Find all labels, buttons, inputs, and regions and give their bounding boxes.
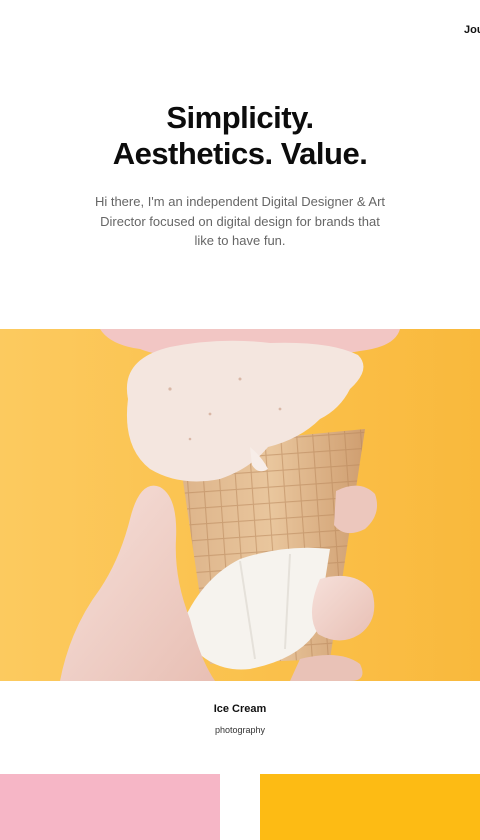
hero-title-line-1: Simplicity. [166,100,314,135]
project-title[interactable]: Ice Cream [0,703,480,715]
nav-link-journal[interactable]: Jou [464,24,480,36]
hero-section: Simplicity. Aesthetics. Value. Hi there,… [0,100,480,251]
hero-intro: Hi there, I'm an independent Digital Des… [94,194,386,248]
hero-title-line-2: Aesthetics. Value. [112,136,368,171]
project-category: photography [214,725,266,735]
project-tile-pink[interactable] [0,774,220,840]
project-image-ice-cream[interactable] [0,329,480,681]
project-caption: Ice Cream photography [0,703,480,735]
project-tile-yellow[interactable] [260,774,480,840]
hero-title: Simplicity. Aesthetics. Value. [0,100,480,172]
ice-cream-illustration [0,329,480,681]
page: Jou Simplicity. Aesthetics. Value. Hi th… [0,0,480,840]
